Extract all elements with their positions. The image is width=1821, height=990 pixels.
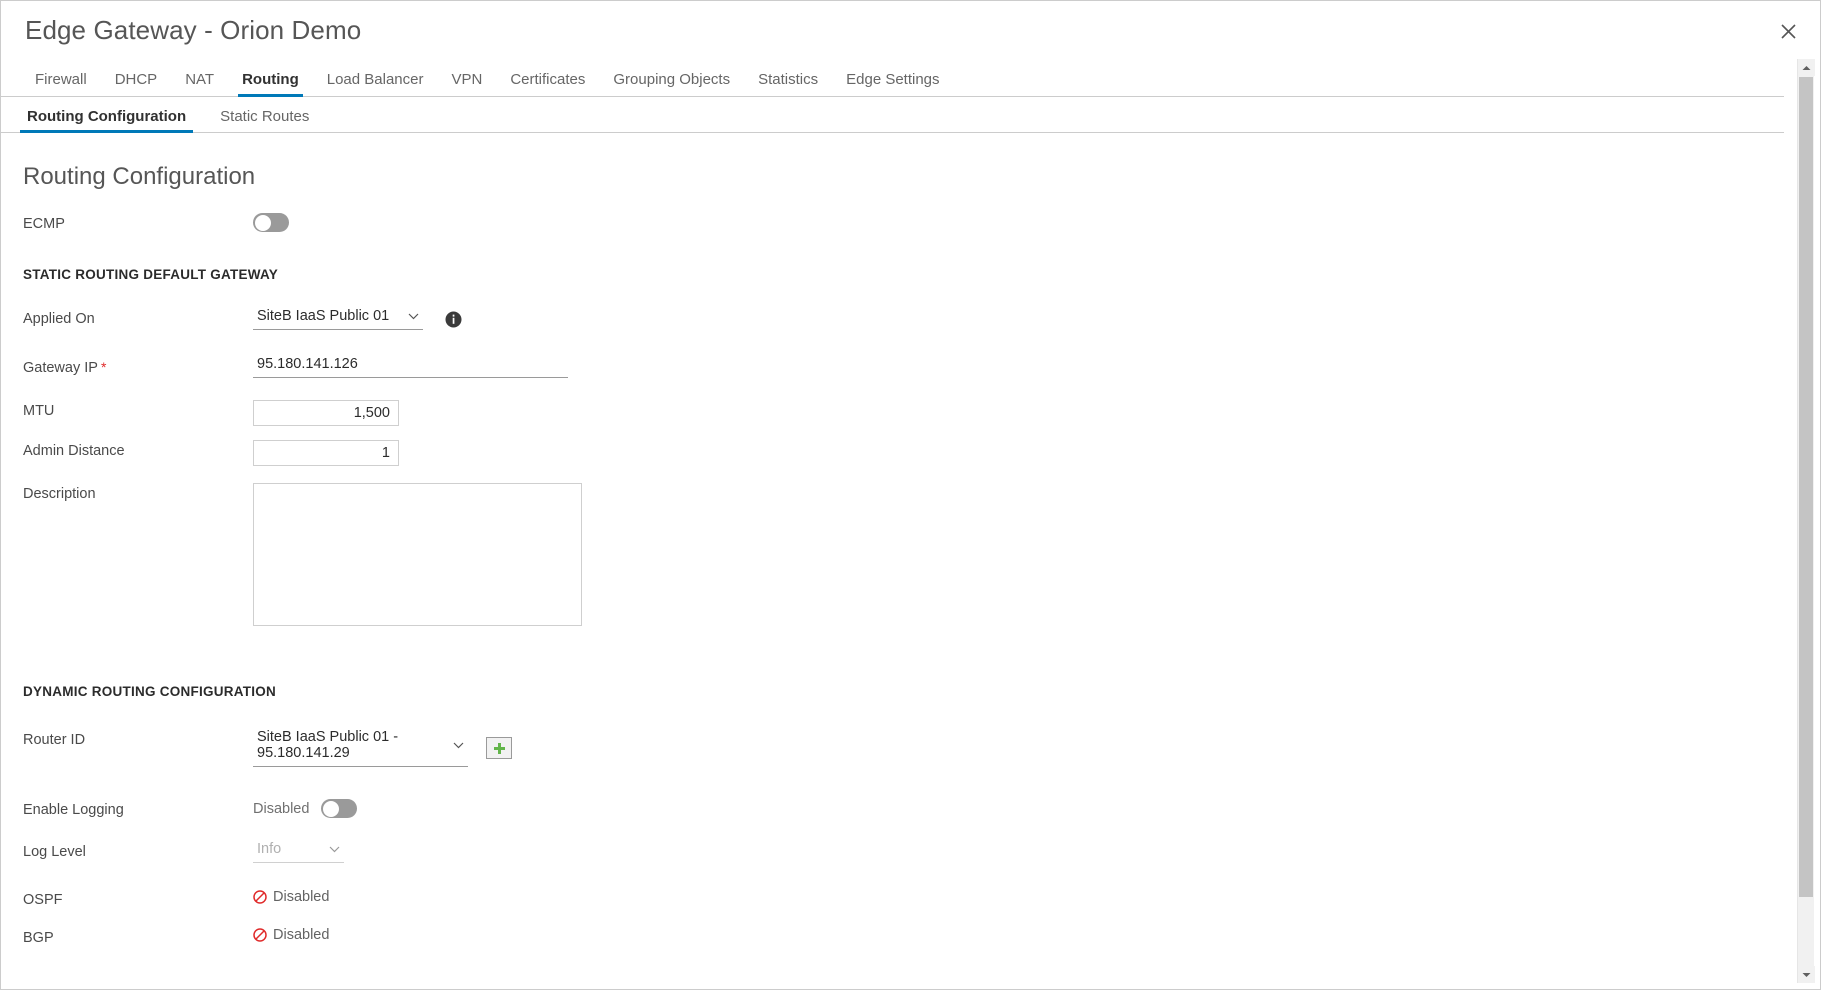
ecmp-toggle[interactable] bbox=[253, 213, 289, 232]
tab-nat[interactable]: NAT bbox=[171, 72, 228, 96]
bgp-status-text: Disabled bbox=[273, 927, 330, 943]
ban-icon bbox=[253, 928, 267, 942]
applied-on-value: SiteB IaaS Public 01 bbox=[257, 308, 390, 324]
enable-logging-state-text: Disabled bbox=[253, 800, 310, 817]
log-level-row: Log Level Info bbox=[23, 841, 1820, 863]
ban-icon bbox=[253, 890, 267, 904]
admin-distance-label: Admin Distance bbox=[23, 443, 125, 459]
subtab-static-routes[interactable]: Static Routes bbox=[214, 109, 315, 132]
static-routing-group-title: STATIC ROUTING DEFAULT GATEWAY bbox=[23, 267, 278, 282]
router-id-label: Router ID bbox=[23, 732, 86, 748]
edge-gateway-dialog: Edge Gateway - Orion Demo Firewall DHCP … bbox=[0, 0, 1821, 990]
mtu-input[interactable] bbox=[253, 400, 399, 426]
add-router-id-button[interactable] bbox=[486, 737, 512, 759]
tab-routing[interactable]: Routing bbox=[228, 72, 313, 97]
ospf-row: OSPF Disabled bbox=[23, 889, 1820, 909]
log-level-value: Info bbox=[257, 841, 282, 857]
enable-logging-row: Enable Logging Disabled bbox=[23, 799, 1820, 819]
router-id-row: Router ID SiteB IaaS Public 01 - 95.180.… bbox=[23, 729, 1820, 767]
bgp-label: BGP bbox=[23, 930, 54, 946]
enable-logging-toggle-knob bbox=[322, 800, 339, 817]
router-id-select[interactable]: SiteB IaaS Public 01 - 95.180.141.29 bbox=[253, 729, 468, 767]
applied-on-select[interactable]: SiteB IaaS Public 01 bbox=[253, 308, 423, 330]
tab-dhcp[interactable]: DHCP bbox=[101, 72, 172, 96]
dynamic-routing-group-title: DYNAMIC ROUTING CONFIGURATION bbox=[23, 684, 276, 699]
section-heading: Routing Configuration bbox=[23, 163, 256, 190]
routing-configuration-panel: Routing Configuration ECMP STATIC ROUTIN… bbox=[1, 163, 1820, 989]
ospf-label: OSPF bbox=[23, 892, 63, 908]
enable-logging-label: Enable Logging bbox=[23, 802, 124, 818]
ospf-status-badge: Disabled bbox=[253, 889, 329, 905]
close-icon[interactable] bbox=[1772, 15, 1804, 47]
gateway-ip-label-text: Gateway IP bbox=[23, 360, 98, 376]
chevron-down-icon bbox=[408, 308, 419, 324]
bgp-status-badge: Disabled bbox=[253, 927, 329, 943]
info-icon[interactable] bbox=[445, 311, 462, 328]
gateway-ip-input[interactable] bbox=[253, 356, 568, 378]
router-id-value: SiteB IaaS Public 01 - 95.180.141.29 bbox=[257, 729, 399, 761]
applied-on-row: Applied On SiteB IaaS Public 01 bbox=[23, 308, 1820, 330]
vertical-scrollbar[interactable] bbox=[1797, 59, 1815, 983]
tab-load-balancer[interactable]: Load Balancer bbox=[313, 72, 438, 96]
bgp-row: BGP Disabled bbox=[23, 927, 1820, 947]
log-level-select[interactable]: Info bbox=[253, 841, 344, 863]
description-label: Description bbox=[23, 486, 96, 502]
scroll-down-button[interactable] bbox=[1798, 966, 1815, 983]
scrollbar-thumb[interactable] bbox=[1799, 77, 1813, 897]
tab-statistics[interactable]: Statistics bbox=[744, 72, 832, 96]
required-asterisk: * bbox=[100, 359, 107, 375]
gateway-ip-label: Gateway IP * bbox=[23, 356, 253, 376]
scroll-up-button[interactable] bbox=[1798, 59, 1815, 76]
admin-distance-input[interactable] bbox=[253, 440, 399, 466]
ecmp-row: ECMP bbox=[23, 213, 1820, 233]
page-title: Edge Gateway - Orion Demo bbox=[25, 14, 362, 45]
log-level-label: Log Level bbox=[23, 844, 86, 860]
tab-grouping-objects[interactable]: Grouping Objects bbox=[599, 72, 744, 96]
ecmp-toggle-knob bbox=[254, 214, 271, 231]
tab-vpn[interactable]: VPN bbox=[438, 72, 497, 96]
tab-firewall[interactable]: Firewall bbox=[21, 72, 101, 96]
chevron-down-icon bbox=[329, 841, 340, 857]
primary-tab-bar: Firewall DHCP NAT Routing Load Balancer … bbox=[1, 59, 1784, 97]
gateway-ip-row: Gateway IP * bbox=[23, 356, 1820, 378]
ecmp-label: ECMP bbox=[23, 216, 65, 232]
subtab-routing-configuration[interactable]: Routing Configuration bbox=[19, 109, 194, 133]
chevron-up-icon bbox=[1802, 65, 1811, 70]
mtu-row: MTU bbox=[23, 400, 1820, 426]
dialog-titlebar: Edge Gateway - Orion Demo bbox=[1, 1, 1820, 59]
tab-edge-settings[interactable]: Edge Settings bbox=[832, 72, 953, 96]
chevron-down-icon bbox=[453, 737, 464, 753]
ospf-status-text: Disabled bbox=[273, 889, 330, 905]
enable-logging-toggle[interactable] bbox=[321, 799, 358, 818]
secondary-tab-bar: Routing Configuration Static Routes bbox=[1, 97, 1784, 133]
mtu-label: MTU bbox=[23, 403, 55, 419]
tab-certificates[interactable]: Certificates bbox=[496, 72, 599, 96]
admin-distance-row: Admin Distance bbox=[23, 440, 1820, 466]
plus-icon bbox=[493, 742, 505, 754]
description-textarea[interactable] bbox=[253, 483, 582, 626]
applied-on-label: Applied On bbox=[23, 311, 95, 327]
description-row: Description bbox=[23, 483, 1820, 626]
chevron-down-icon bbox=[1802, 972, 1811, 977]
